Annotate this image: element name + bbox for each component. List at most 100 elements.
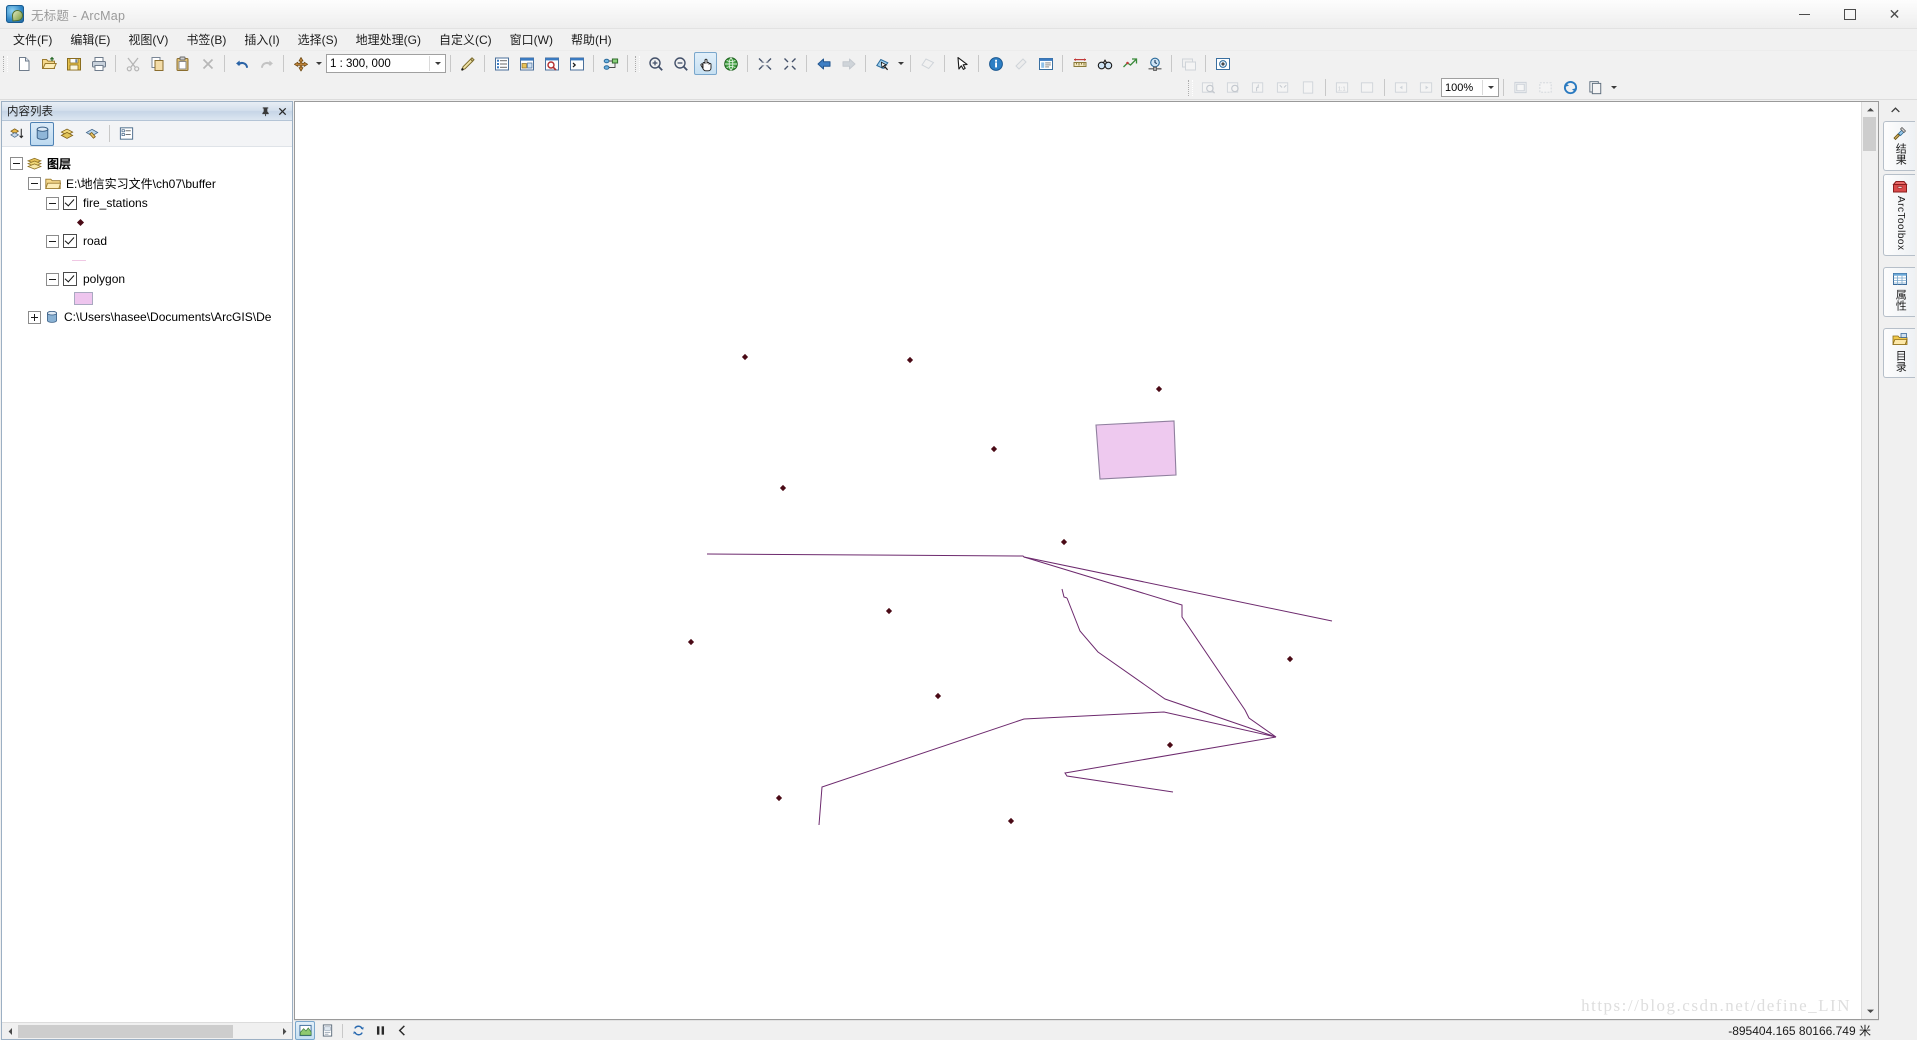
scroll-thumb[interactable] [18,1025,233,1038]
expander-icon[interactable] [10,157,23,170]
find-icon[interactable] [1093,52,1116,75]
data-driven-pages-icon[interactable] [1584,76,1607,99]
scroll-track[interactable] [1862,117,1878,1004]
delete-icon[interactable] [196,52,219,75]
toc-layer-road[interactable]: road [2,231,292,251]
scroll-track[interactable] [18,1024,276,1039]
toolbar-grip[interactable] [3,56,8,72]
right-tab-arctoolbox[interactable]: ArcToolbox [1883,174,1915,256]
close-icon[interactable] [275,104,290,119]
menu-customize[interactable]: 自定义(C) [430,29,501,51]
python-window-icon[interactable] [565,52,588,75]
layout-pan-icon[interactable] [1247,76,1270,99]
menu-edit[interactable]: 编辑(E) [61,29,119,51]
expander-icon[interactable] [28,177,41,190]
close-button[interactable]: ✕ [1872,0,1917,28]
layer-visibility-checkbox[interactable] [63,234,77,248]
layer-visibility-checkbox[interactable] [63,196,77,210]
toc-node-geodatabase[interactable]: C:\Users\hasee\Documents\ArcGIS\De [2,307,292,327]
list-by-drawing-order-icon[interactable] [5,122,29,146]
right-tab-results[interactable]: 结果 [1883,121,1915,171]
select-features-icon[interactable] [871,52,894,75]
add-data-dropdown[interactable] [313,53,324,74]
scroll-down-arrow-icon[interactable] [1862,1004,1878,1019]
data-driven-pages-dropdown[interactable] [1608,77,1619,98]
toc-layer-tree[interactable]: 图层 E:\地信实习文件\ch07\buffer fire_stations [2,147,292,1022]
go-to-xy-icon[interactable] [1118,52,1141,75]
menu-view[interactable]: 视图(V) [119,29,177,51]
identify-icon[interactable] [984,52,1007,75]
layout-zoom-combobox[interactable]: 100% [1441,78,1499,97]
zoom-whole-page-icon[interactable] [1297,76,1320,99]
create-viewer-window-icon[interactable] [1177,52,1200,75]
new-map-icon[interactable] [12,52,35,75]
layer-visibility-checkbox[interactable] [63,272,77,286]
list-by-source-icon[interactable] [30,122,54,146]
right-tab-attributes[interactable]: 属性 [1883,267,1915,317]
print-icon[interactable] [87,52,110,75]
toolbar-grip[interactable] [635,56,640,72]
fixed-zoom-out-layout-icon[interactable] [1356,76,1379,99]
scroll-thumb[interactable] [1863,117,1876,151]
list-by-visibility-icon[interactable] [55,122,79,146]
toc-node-layers-root[interactable]: 图层 [2,153,292,173]
menu-window[interactable]: 窗口(W) [501,29,562,51]
paste-icon[interactable] [171,52,194,75]
list-by-selection-icon[interactable] [80,122,104,146]
go-forward-layout-icon[interactable] [1415,76,1438,99]
menu-file[interactable]: 文件(F) [4,29,61,51]
measure-icon[interactable] [1068,52,1091,75]
fixed-zoom-in-icon[interactable] [753,52,776,75]
select-elements-icon[interactable] [950,52,973,75]
options-icon[interactable] [114,122,138,146]
refresh-button[interactable] [348,1021,368,1040]
add-data-icon[interactable] [289,52,312,75]
toc-layer-fire-stations[interactable]: fire_stations [2,193,292,213]
menu-help[interactable]: 帮助(H) [562,29,621,51]
maximize-button[interactable] [1827,0,1872,28]
expander-icon[interactable] [28,311,41,324]
expander-icon[interactable] [46,197,59,210]
time-slider-icon[interactable] [1143,52,1166,75]
expander-icon[interactable] [46,235,59,248]
search-icon[interactable] [540,52,563,75]
change-layout-icon[interactable] [1559,76,1582,99]
forward-extent-icon[interactable] [837,52,860,75]
fixed-zoom-out-icon[interactable] [778,52,801,75]
select-features-dropdown[interactable] [895,53,906,74]
zoom-in-icon[interactable] [644,52,667,75]
go-back-layout-icon[interactable] [1390,76,1413,99]
map-vertical-scrollbar[interactable] [1861,102,1878,1019]
zoom-out-icon[interactable] [669,52,692,75]
map-scale-dropdown[interactable] [429,56,445,71]
layout-zoom-out-icon[interactable] [1222,76,1245,99]
toc-layer-polygon[interactable]: polygon [2,269,292,289]
back-extent-icon[interactable] [812,52,835,75]
scroll-up-arrow-icon[interactable] [1862,102,1878,117]
clear-selection-icon[interactable] [916,52,939,75]
fixed-zoom-in-layout-icon[interactable] [1272,76,1295,99]
toggle-draft-mode-icon[interactable] [1509,76,1532,99]
menu-insert[interactable]: 插入(I) [235,29,288,51]
catalog-icon[interactable] [515,52,538,75]
previous-extent-button[interactable] [392,1021,412,1040]
focus-data-frame-icon[interactable] [1534,76,1557,99]
scroll-left-arrow-icon[interactable] [2,1024,18,1039]
expander-icon[interactable] [46,273,59,286]
full-extent-icon[interactable] [719,52,742,75]
zoom-100-icon[interactable]: 1:1 [1331,76,1354,99]
html-popup-icon[interactable] [1034,52,1057,75]
pan-icon[interactable] [694,52,717,75]
scroll-right-arrow-icon[interactable] [276,1024,292,1039]
toc-node-workspace[interactable]: E:\地信实习文件\ch07\buffer [2,173,292,193]
add-viewer-window-icon[interactable] [1211,52,1234,75]
hyperlink-icon[interactable] [1009,52,1032,75]
editor-icon[interactable] [456,52,479,75]
toolbar-grip[interactable] [1188,80,1193,96]
modelbuilder-icon[interactable] [599,52,622,75]
dock-scroll-up[interactable] [1879,102,1917,118]
layout-zoom-dropdown[interactable] [1482,80,1498,95]
undo-icon[interactable] [230,52,253,75]
menu-bookmarks[interactable]: 书签(B) [177,29,235,51]
minimize-button[interactable] [1782,0,1827,28]
